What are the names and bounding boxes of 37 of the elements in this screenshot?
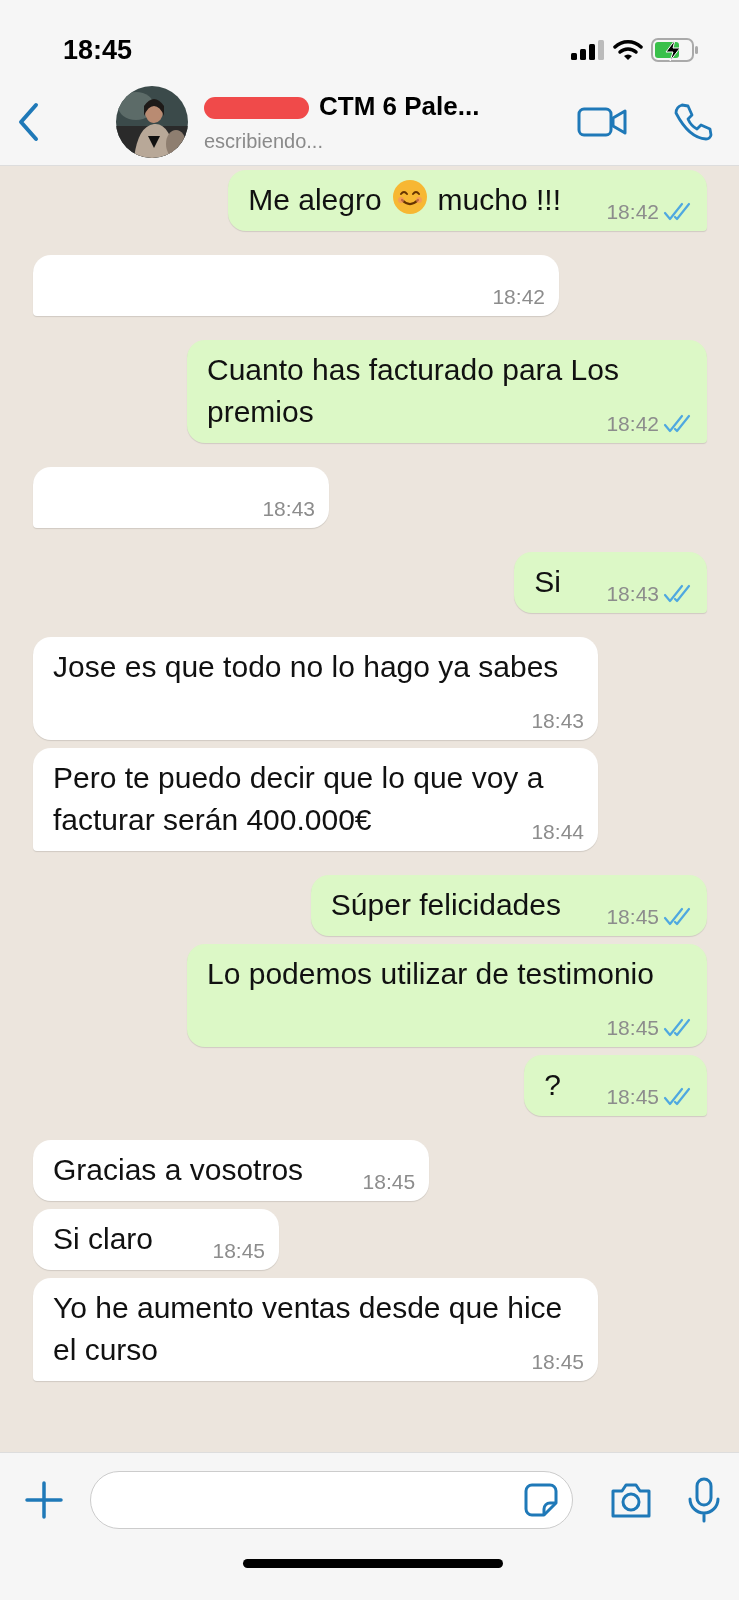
camera-icon[interactable] (609, 1481, 653, 1519)
received-message[interactable]: Jose es que todo no lo hago ya sabes 18:43 (33, 637, 598, 740)
phone-call-icon[interactable] (673, 101, 713, 142)
message-time: 18:45 (362, 1169, 416, 1195)
message-time: 18:44 (531, 819, 584, 845)
message-time: 18:43 (606, 581, 659, 607)
received-message[interactable]: Si claro 18:45 (33, 1209, 280, 1270)
message-time: 18:42 (606, 199, 659, 225)
message-time: 18:42 (606, 411, 659, 437)
typing-status: escribiendo... (204, 129, 324, 154)
sent-message[interactable]: Me alegro mucho !!! 18:42 (228, 170, 707, 231)
wifi-icon (613, 39, 643, 61)
clock-time: 18:45 (63, 33, 133, 67)
message-time: 18:45 (606, 904, 659, 930)
sent-message[interactable]: Cuanto has facturado para Los premios 18:42 (187, 340, 707, 443)
received-message[interactable]: Gracias a vosotros 18:45 (33, 1140, 430, 1201)
plus-icon[interactable] (24, 1480, 64, 1520)
contact-name[interactable]: CTM 6 Pale... (204, 87, 577, 126)
sent-message[interactable]: Lo podemos utilizar de testimonio 18:45 (187, 944, 707, 1047)
message-time: 18:45 (606, 1084, 659, 1110)
message-time: 18:45 (212, 1238, 266, 1264)
message-time: 18:43 (262, 496, 315, 522)
smiling-face-icon (391, 179, 428, 215)
microphone-icon[interactable] (687, 1477, 721, 1523)
message-time: 18:45 (606, 1015, 659, 1041)
message-time: 18:43 (531, 708, 584, 734)
sent-message[interactable]: Si 18:43 (514, 552, 707, 613)
message-time: 18:45 (531, 1349, 584, 1375)
sticker-icon[interactable] (524, 1483, 558, 1517)
received-message[interactable]: Pero te puedo decir que lo que voy a facturar serán 400.000€ 18:44 (33, 748, 598, 851)
signal-icon (571, 40, 605, 60)
sent-message[interactable]: ? 18:45 (524, 1055, 707, 1116)
battery-icon (651, 38, 699, 62)
message-time: 18:42 (492, 284, 545, 310)
sent-message[interactable]: Súper felicidades 18:45 (310, 875, 707, 936)
received-message[interactable]: Yo he aumento ventas desde que hice el curso 18:45 (33, 1278, 598, 1381)
video-call-icon[interactable] (577, 105, 629, 138)
